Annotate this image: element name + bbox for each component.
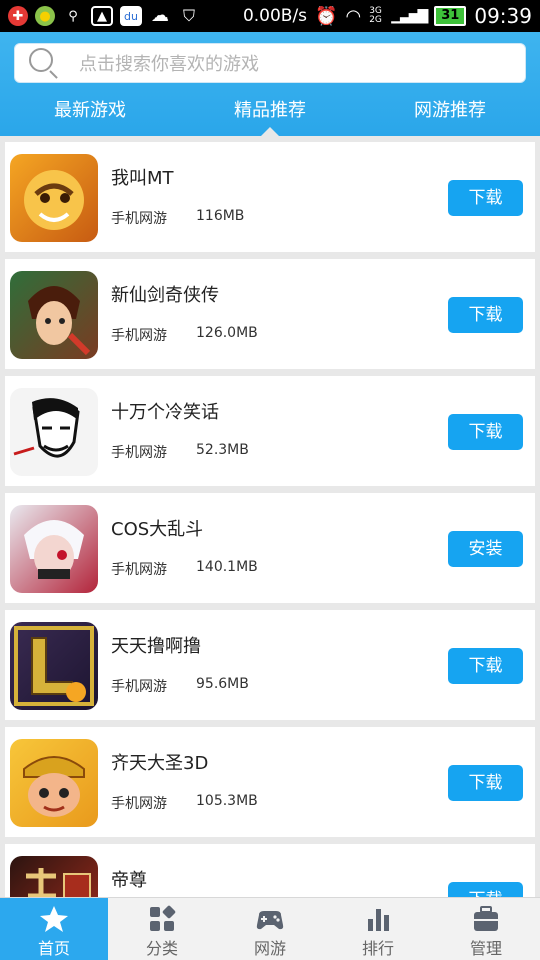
search-icon: [25, 43, 65, 83]
game-category: 手机网游: [111, 796, 167, 812]
image-icon: ▲: [91, 6, 113, 26]
game-name: 我叫MT: [111, 168, 174, 189]
plus-icon: ✚: [8, 6, 28, 26]
list-item[interactable]: 齐天大圣3D 手机网游 105.3MB 下载: [5, 727, 535, 837]
game-name: 齐天大圣3D: [111, 753, 209, 774]
nav-category[interactable]: 分类: [108, 898, 216, 960]
download-button[interactable]: 下载: [448, 765, 523, 801]
game-list[interactable]: 我叫MT 手机网游 116MB 下载 新仙剑奇侠传 手机网游 126.0MB 下…: [0, 136, 540, 897]
du-icon: du: [120, 6, 142, 26]
search-input[interactable]: 点击搜索你喜欢的游戏: [79, 50, 259, 76]
install-button[interactable]: 安装: [448, 531, 523, 567]
nav-online-games[interactable]: 网游: [216, 898, 324, 960]
game-icon: [10, 388, 98, 476]
bar-chart-icon: [368, 909, 389, 931]
list-item[interactable]: 十万个冷笑话 手机网游 52.3MB 下载: [5, 376, 535, 486]
game-category: 手机网游: [111, 679, 167, 695]
shield-icon: ⛉: [182, 6, 195, 25]
nav-label: 分类: [145, 939, 178, 958]
nav-label: 管理: [469, 939, 502, 958]
network-type: 3G 2G: [369, 6, 382, 25]
game-category: 手机网游: [111, 211, 167, 227]
toolbox-icon: [474, 906, 498, 931]
game-size: 95.6MB: [196, 676, 249, 692]
game-size: 116MB: [196, 208, 245, 224]
gamepad-icon: [256, 911, 284, 930]
wifi-icon: ◠: [345, 5, 362, 27]
bottom-nav: 首页 分类 网游 排行 管理: [0, 897, 540, 960]
game-name: COS大乱斗: [111, 519, 204, 540]
game-icon: [10, 856, 98, 897]
game-category: 手机网游: [111, 445, 167, 461]
signal-icon: ▁▃▅▇: [391, 8, 428, 24]
tab-latest-games[interactable]: 最新游戏: [0, 98, 180, 136]
category-grid-icon: [150, 905, 176, 931]
nav-home[interactable]: 首页: [0, 898, 108, 960]
nav-label: 网游: [253, 939, 286, 958]
cloud-icon: ☁: [151, 5, 169, 26]
weather-icon: ●: [35, 6, 55, 26]
list-item[interactable]: 天天撸啊撸 手机网游 95.6MB 下载: [5, 610, 535, 720]
game-category: 手机网游: [111, 562, 167, 578]
game-size: 126.0MB: [196, 325, 258, 341]
list-item[interactable]: COS大乱斗 手机网游 140.1MB 安装: [5, 493, 535, 603]
search-bar[interactable]: 点击搜索你喜欢的游戏: [14, 43, 526, 83]
download-button[interactable]: 下载: [448, 414, 523, 450]
game-icon: [10, 739, 98, 827]
network-speed: 0.00B/s: [242, 6, 308, 26]
battery-icon: 31: [434, 6, 467, 26]
game-icon: [10, 271, 98, 359]
status-bar: ✚ ● ⚲ ▲ du ☁ ⛉ 0.00B/s ⏰ ◠ 3G 2G ▁▃▅▇ 31…: [0, 0, 540, 32]
game-icon: [10, 622, 98, 710]
nav-manage[interactable]: 管理: [432, 898, 540, 960]
nav-ranking[interactable]: 排行: [324, 898, 432, 960]
app-header: 点击搜索你喜欢的游戏 最新游戏 精品推荐 网游推荐: [0, 32, 540, 136]
game-icon: [10, 154, 98, 242]
game-size: 140.1MB: [196, 559, 258, 575]
game-size: 52.3MB: [196, 442, 249, 458]
game-name: 帝尊: [111, 870, 147, 891]
game-name: 新仙剑奇侠传: [111, 285, 219, 306]
search-icon: ⚲: [68, 8, 78, 24]
star-icon: [40, 906, 68, 932]
download-button[interactable]: 下载: [448, 180, 523, 216]
nav-label: 首页: [37, 939, 70, 958]
game-name: 十万个冷笑话: [111, 402, 219, 423]
game-category: 手机网游: [111, 328, 167, 344]
list-item[interactable]: 我叫MT 手机网游 116MB 下载: [5, 142, 535, 252]
download-button[interactable]: 下载: [448, 648, 523, 684]
nav-label: 排行: [361, 939, 394, 958]
game-name: 天天撸啊撸: [111, 636, 201, 657]
list-item[interactable]: 帝尊 下载: [5, 844, 535, 897]
tab-recommended[interactable]: 精品推荐: [180, 98, 360, 136]
tab-online-games[interactable]: 网游推荐: [360, 98, 540, 136]
game-icon: [10, 505, 98, 593]
list-item[interactable]: 新仙剑奇侠传 手机网游 126.0MB 下载: [5, 259, 535, 369]
clock: 09:39: [474, 4, 532, 28]
download-button[interactable]: 下载: [448, 297, 523, 333]
download-button[interactable]: 下载: [448, 882, 523, 897]
game-size: 105.3MB: [196, 793, 258, 809]
alarm-icon: ⏰: [315, 5, 338, 27]
tab-bar: 最新游戏 精品推荐 网游推荐: [0, 98, 540, 136]
